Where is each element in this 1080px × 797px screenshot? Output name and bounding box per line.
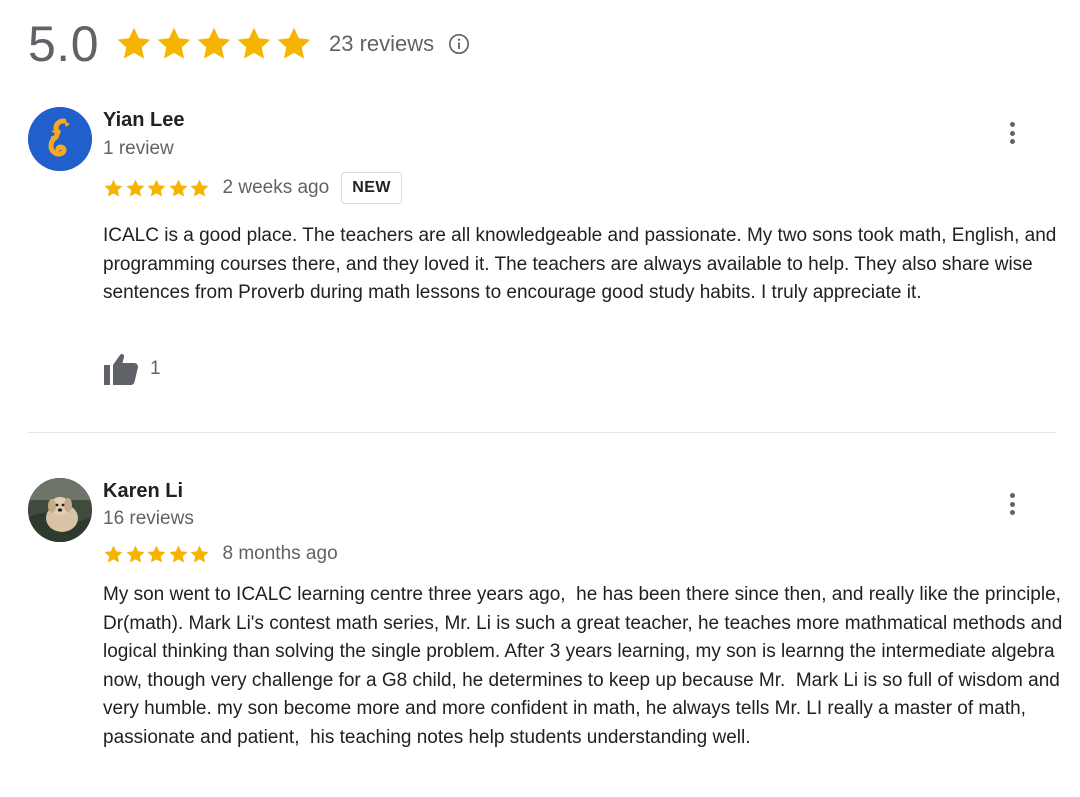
reviewer-review-count: 16 reviews — [103, 508, 194, 529]
avatar[interactable] — [28, 478, 92, 542]
helpful-count: 1 — [150, 358, 161, 379]
review-rating-row: 2 weeks ago NEW — [103, 172, 403, 204]
review-stars — [103, 544, 211, 565]
seahorse-icon — [28, 107, 92, 171]
reviewer-name[interactable]: Yian Lee — [103, 109, 185, 132]
review-count: 23 reviews — [329, 31, 435, 56]
info-icon[interactable] — [448, 33, 470, 55]
star-icon — [157, 27, 191, 59]
star-icon — [277, 27, 311, 59]
star-icon — [147, 179, 166, 197]
star-icon — [190, 179, 209, 197]
star-icon — [190, 545, 209, 563]
star-icon — [125, 545, 145, 563]
more-options-icon[interactable] — [1006, 122, 1018, 148]
review-text: ICALC is a good place. The teachers are … — [103, 225, 1057, 304]
review-stars — [103, 178, 211, 199]
review-rating-row: 8 months ago — [103, 543, 338, 565]
star-icon — [237, 27, 271, 59]
new-badge: NEW — [341, 172, 403, 204]
reviewer-name[interactable]: Karen Li — [103, 480, 183, 503]
star-icon — [147, 545, 166, 563]
thumbs-up-icon — [104, 353, 138, 385]
divider — [28, 432, 1056, 433]
dog-photo — [28, 478, 92, 542]
star-icon — [104, 179, 123, 197]
more-options-icon[interactable] — [1006, 493, 1018, 519]
star-icon — [104, 545, 123, 563]
rating-summary: 5.0 23 reviews — [28, 14, 470, 74]
helpful-button[interactable]: 1 — [103, 352, 161, 386]
avatar[interactable] — [28, 107, 92, 171]
average-stars — [115, 25, 315, 63]
star-icon — [117, 27, 151, 59]
reviewer-review-count: 1 review — [103, 138, 174, 159]
star-icon — [197, 27, 231, 59]
star-icon — [125, 179, 145, 197]
review-text: My son went to ICALC learning centre thr… — [103, 584, 1068, 748]
review-date: 2 weeks ago — [222, 177, 330, 198]
star-icon — [168, 545, 188, 563]
average-rating: 5.0 — [28, 16, 100, 72]
review-date: 8 months ago — [222, 543, 338, 564]
star-icon — [168, 179, 188, 197]
